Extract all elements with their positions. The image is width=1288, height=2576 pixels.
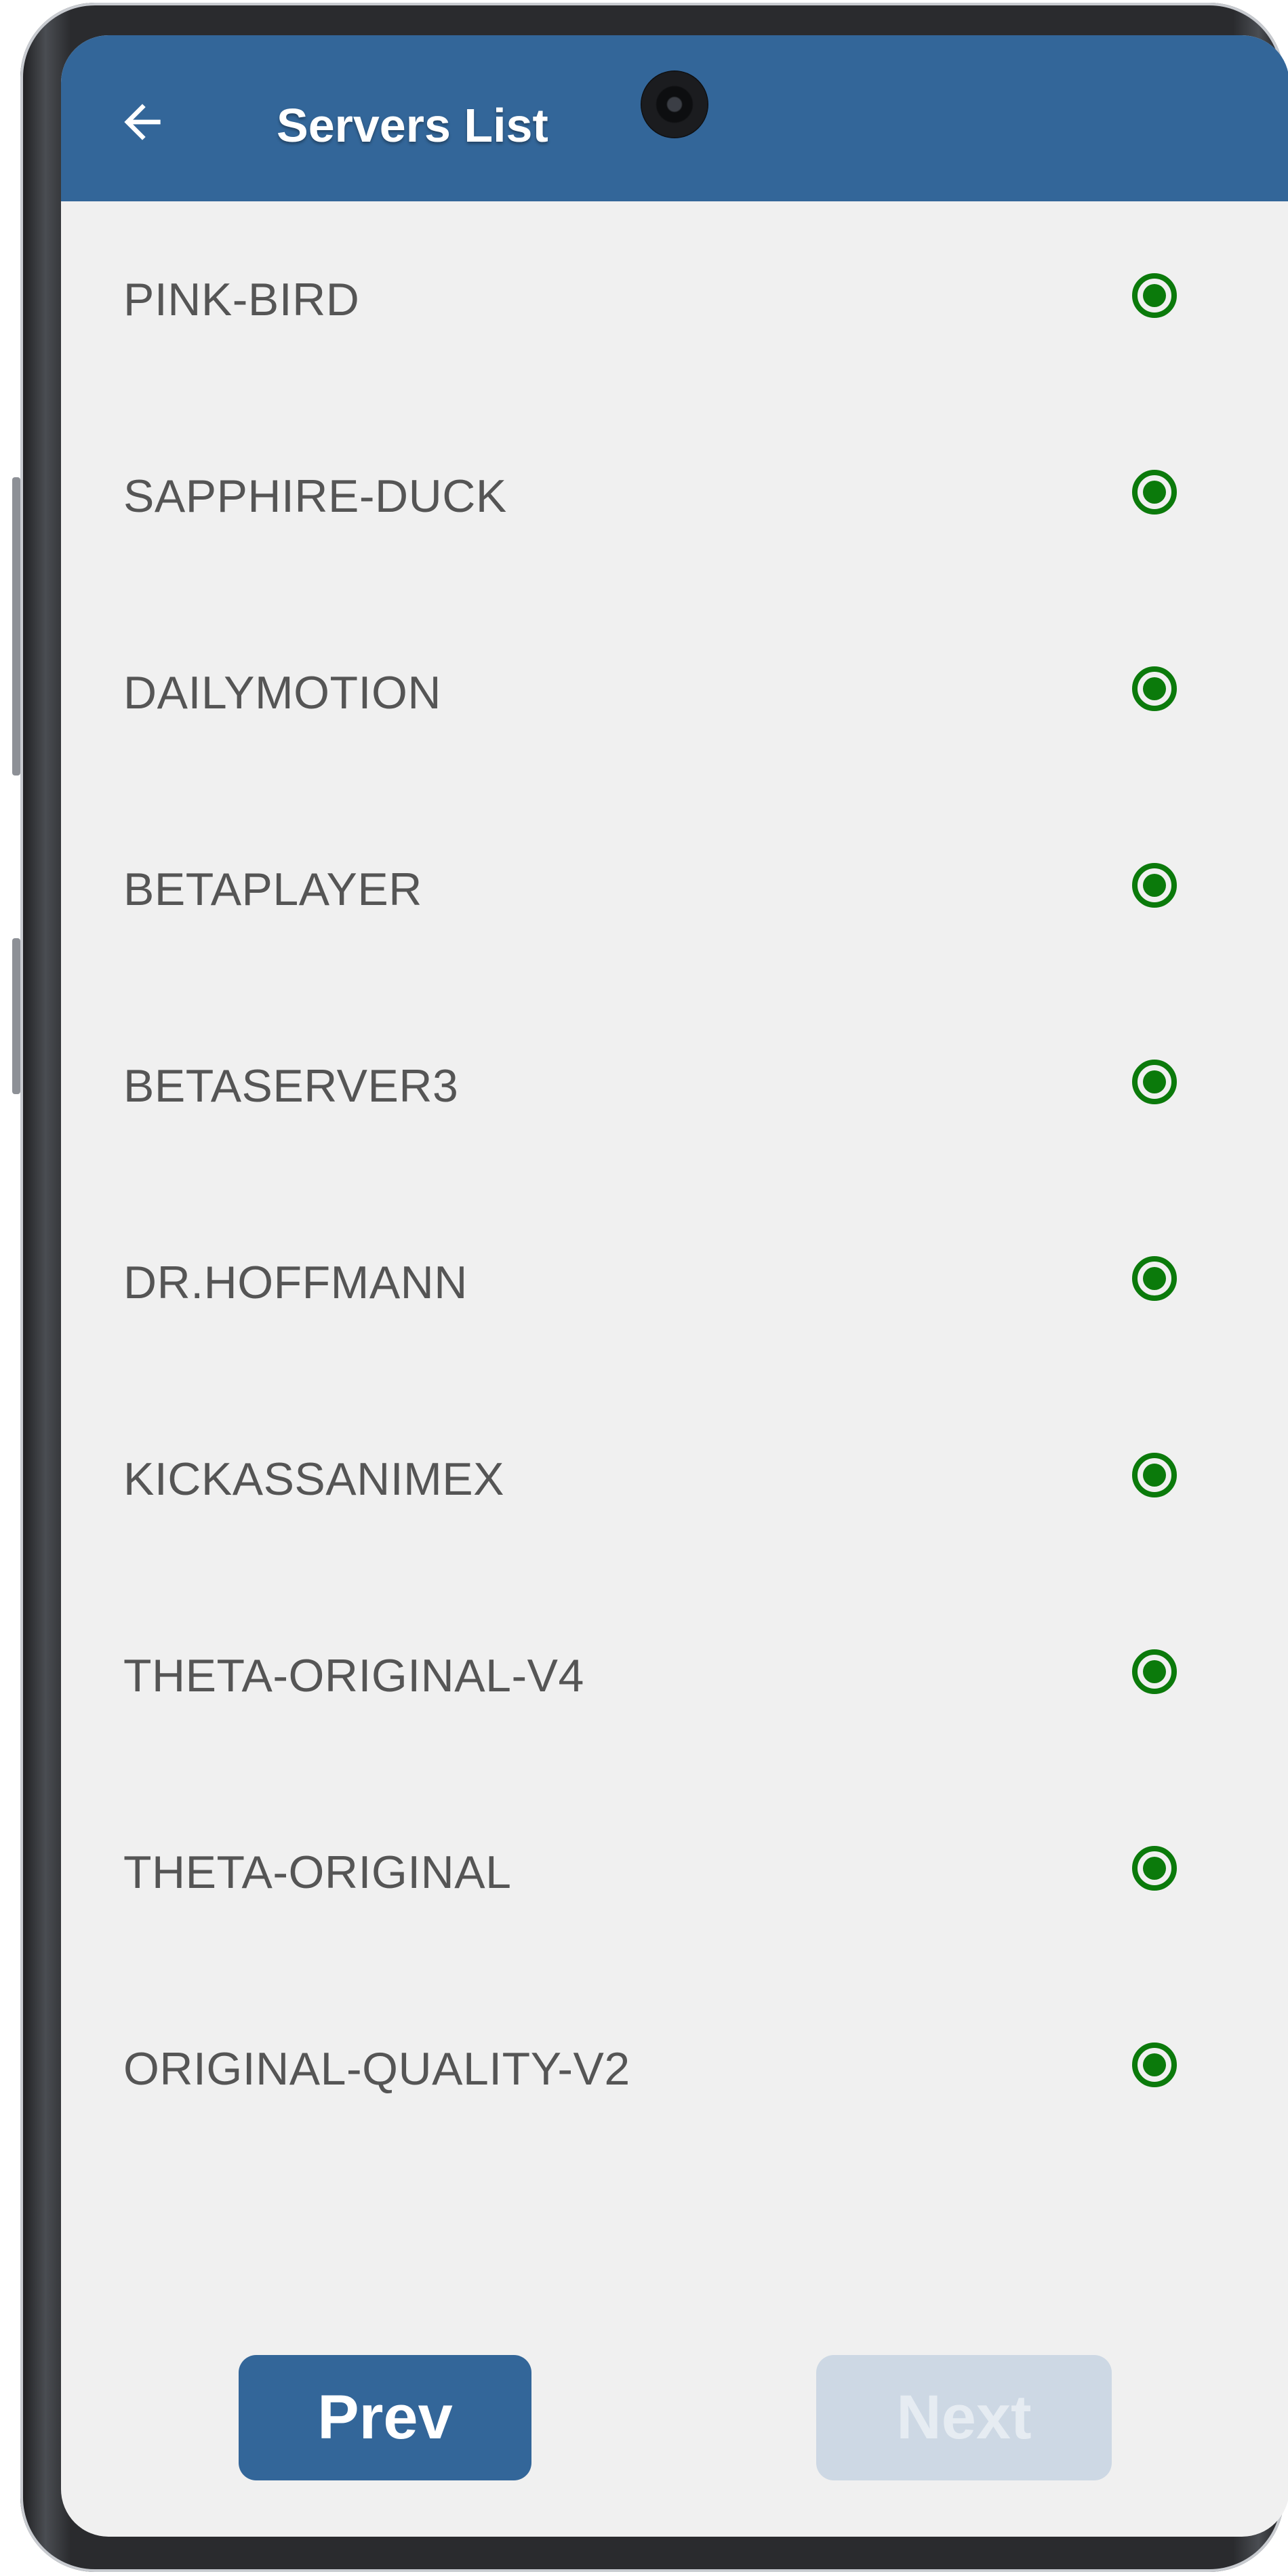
server-label: PINK-BIRD	[123, 274, 360, 325]
page-title: Servers List	[277, 99, 548, 152]
next-button[interactable]: Next	[816, 2355, 1112, 2480]
server-row[interactable]: BETASERVER3	[61, 988, 1288, 1184]
server-label: SAPPHIRE-DUCK	[123, 470, 507, 522]
app-bar: Servers List	[61, 35, 1288, 201]
server-label: DAILYMOTION	[123, 667, 441, 719]
phone-side-button	[12, 938, 20, 1094]
front-camera	[641, 71, 708, 138]
server-label: BETAPLAYER	[123, 864, 422, 915]
arrow-left-icon	[124, 104, 161, 140]
radio-selected-icon[interactable]	[1132, 666, 1177, 711]
radio-selected-icon[interactable]	[1132, 2042, 1177, 2087]
server-row[interactable]: PINK-BIRD	[61, 201, 1288, 398]
phone-frame: Servers List PINK-BIRD SAPPHIRE-DUCK DAILY…	[12, 3, 1288, 2572]
server-row[interactable]: THETA-ORIGINAL	[61, 1774, 1288, 1971]
server-row[interactable]: ORIGINAL-QUALITY-V2	[61, 1971, 1288, 2167]
server-label: BETASERVER3	[123, 1060, 459, 1112]
radio-selected-icon[interactable]	[1132, 470, 1177, 515]
phone-side-button	[12, 477, 20, 776]
app-screen: Servers List PINK-BIRD SAPPHIRE-DUCK DAILY…	[61, 35, 1288, 2537]
server-row[interactable]: SAPPHIRE-DUCK	[61, 398, 1288, 595]
back-button[interactable]	[108, 88, 176, 156]
server-row[interactable]: KICKASSANIMEX	[61, 1381, 1288, 1577]
server-label: KICKASSANIMEX	[123, 1453, 504, 1505]
server-row[interactable]: DAILYMOTION	[61, 595, 1288, 791]
server-label: DR.HOFFMANN	[123, 1257, 468, 1308]
radio-selected-icon[interactable]	[1132, 863, 1177, 908]
radio-selected-icon[interactable]	[1132, 1649, 1177, 1694]
prev-button[interactable]: Prev	[239, 2355, 531, 2480]
server-row[interactable]: DR.HOFFMANN	[61, 1184, 1288, 1381]
server-label: ORIGINAL-QUALITY-V2	[123, 2043, 630, 2095]
radio-selected-icon[interactable]	[1132, 1060, 1177, 1104]
server-row[interactable]: BETAPLAYER	[61, 791, 1288, 988]
server-row[interactable]: THETA-ORIGINAL-V4	[61, 1577, 1288, 1774]
radio-selected-icon[interactable]	[1132, 1846, 1177, 1891]
server-label: THETA-ORIGINAL-V4	[123, 1650, 584, 1702]
radio-selected-icon[interactable]	[1132, 1256, 1177, 1301]
server-label: THETA-ORIGINAL	[123, 1847, 512, 1898]
radio-selected-icon[interactable]	[1132, 1453, 1177, 1497]
radio-selected-icon[interactable]	[1132, 273, 1177, 318]
